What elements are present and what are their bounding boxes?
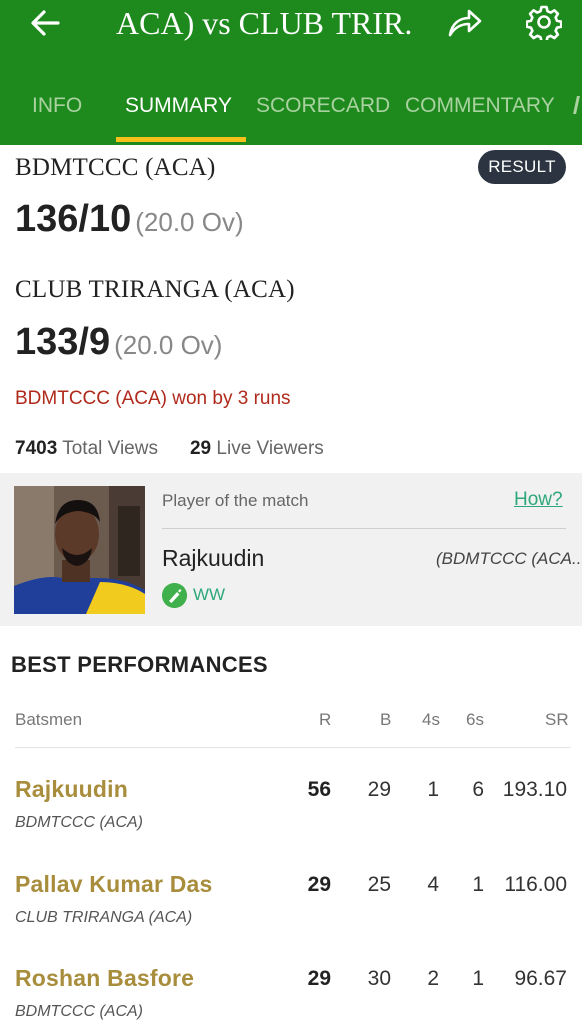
batsman-runs: 29 bbox=[307, 873, 331, 896]
batsman-team: CLUB TRIRANGA (ACA) bbox=[15, 909, 193, 926]
total-views-label: Total Views bbox=[62, 438, 158, 459]
player-of-match-card[interactable]: Player of the match How? Rajkuudin (BDMT… bbox=[0, 473, 582, 626]
batsman-fours: 2 bbox=[427, 967, 439, 990]
player-of-match-label: Player of the match bbox=[162, 491, 309, 510]
best-performances-title: BEST PERFORMANCES bbox=[11, 652, 268, 677]
status-badge: RESULT bbox=[478, 150, 566, 184]
tab-summary[interactable]: SUMMARY bbox=[125, 84, 232, 145]
player-team: (BDMTCCC (ACA.. bbox=[436, 549, 582, 568]
table-row[interactable]: Pallav Kumar Das CLUB TRIRANGA (ACA) 29 … bbox=[0, 871, 582, 966]
tab-scorecard[interactable]: SCORECARD bbox=[256, 84, 390, 145]
live-viewers-label: Live Viewers bbox=[216, 438, 324, 459]
batsman-sixes: 1 bbox=[472, 967, 484, 990]
live-viewers-count: 29 bbox=[189, 438, 212, 459]
arrow-left-icon[interactable] bbox=[28, 6, 62, 40]
batsman-team: BDMTCCC (ACA) bbox=[15, 1003, 143, 1020]
batsman-balls: 30 bbox=[367, 967, 391, 990]
col-header-balls: B bbox=[380, 710, 392, 729]
active-tab-indicator bbox=[116, 137, 246, 142]
tab-bar: INFO SUMMARY SCORECARD COMMENTARY bbox=[0, 84, 582, 145]
tab-info[interactable]: INFO bbox=[32, 84, 82, 145]
team1-score: 136/10 (20.0 Ov) bbox=[15, 198, 244, 241]
share-icon[interactable] bbox=[447, 6, 483, 40]
batsman-fours: 4 bbox=[427, 873, 439, 896]
team2-runs: 133/9 bbox=[15, 321, 111, 363]
batsman-sixes: 1 bbox=[472, 873, 484, 896]
table-row[interactable]: Roshan Basfore BDMTCCC (ACA) 29 30 2 1 9… bbox=[0, 965, 582, 1024]
team2-score: 133/9 (20.0 Ov) bbox=[15, 321, 222, 364]
team1-name: BDMTCCC (ACA) bbox=[15, 154, 216, 181]
divider bbox=[162, 528, 566, 529]
batsman-strike-rate: 116.00 bbox=[504, 873, 567, 896]
batsman-sixes: 6 bbox=[472, 778, 484, 801]
batsman-name: Pallav Kumar Das bbox=[15, 871, 213, 897]
batsman-runs: 56 bbox=[307, 778, 331, 801]
batsman-name: Rajkuudin bbox=[15, 776, 128, 802]
table-row[interactable]: Rajkuudin BDMTCCC (ACA) 56 29 1 6 193.10 bbox=[0, 776, 582, 871]
batsman-name: Roshan Basfore bbox=[15, 965, 195, 991]
next-tab-peek bbox=[573, 96, 580, 114]
batsman-team: BDMTCCC (ACA) bbox=[15, 814, 143, 831]
player-name: Rajkuudin bbox=[162, 545, 265, 571]
col-header-fours: 4s bbox=[422, 710, 440, 729]
match-result: BDMTCCC (ACA) won by 3 runs bbox=[15, 388, 291, 409]
team1-overs: (20.0 Ov) bbox=[135, 207, 244, 237]
bat-icon bbox=[162, 583, 187, 608]
tab-commentary[interactable]: COMMENTARY bbox=[405, 84, 555, 145]
batsman-strike-rate: 193.10 bbox=[502, 778, 567, 801]
player-photo bbox=[14, 486, 145, 614]
total-views-count: 7403 bbox=[15, 438, 58, 459]
team2-overs: (20.0 Ov) bbox=[114, 330, 223, 360]
how-link[interactable]: How? bbox=[514, 489, 563, 511]
header-divider bbox=[15, 747, 571, 748]
col-header-runs: R bbox=[319, 710, 332, 729]
col-header-batsmen: Batsmen bbox=[15, 710, 83, 729]
team1-runs: 136/10 bbox=[15, 198, 132, 240]
view-stats: 7403 Total Views 29 Live Viewers bbox=[15, 438, 324, 460]
team2-name: CLUB TRIRANGA (ACA) bbox=[15, 276, 295, 303]
batsman-balls: 25 bbox=[367, 873, 391, 896]
batsman-runs: 29 bbox=[307, 967, 331, 990]
player-role: WW bbox=[193, 585, 226, 604]
app-bar: ACA) vs CLUB TRIR. INFO SUMMARY SCORECAR… bbox=[0, 0, 582, 145]
col-header-sixes: 6s bbox=[466, 710, 484, 729]
batsman-strike-rate: 96.67 bbox=[514, 967, 567, 990]
match-title: ACA) vs CLUB TRIR. bbox=[116, 5, 413, 41]
batsman-balls: 29 bbox=[367, 778, 391, 801]
col-header-sr: SR bbox=[545, 710, 569, 729]
batsman-fours: 1 bbox=[427, 778, 439, 801]
gear-icon[interactable] bbox=[526, 4, 562, 40]
